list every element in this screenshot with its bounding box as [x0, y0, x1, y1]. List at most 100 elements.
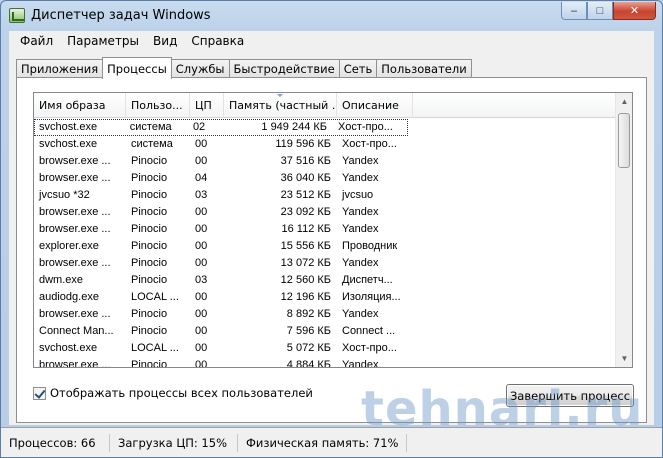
tab-network[interactable]: Сеть — [338, 59, 378, 78]
cell-memory: 13 072 КБ — [280, 257, 331, 269]
cell-user: система — [131, 138, 173, 150]
vertical-scrollbar[interactable]: ▲ ▼ — [615, 93, 632, 367]
cell-image-name: jvcsuo *32 — [39, 189, 90, 201]
cell-description: Изоляция... — [342, 291, 401, 303]
cell-cpu: 00 — [195, 223, 208, 235]
table-row[interactable]: browser.exe ... Pinocio 04 36 040 КБ Yandex — [34, 170, 616, 187]
cell-memory: 12 196 КБ — [280, 291, 331, 303]
table-row[interactable]: browser.exe ... Pinocio 00 37 516 КБ Yandex — [34, 153, 616, 170]
table-row[interactable]: explorer.exe Pinocio 00 15 556 КБ Проводник — [34, 238, 616, 255]
cell-memory: 119 596 КБ — [275, 138, 331, 150]
cell-description: Yandex — [342, 359, 379, 368]
show-all-checkbox[interactable] — [33, 386, 46, 400]
cell-image-name: browser.exe ... — [39, 206, 111, 218]
cell-description: Yandex — [342, 257, 379, 269]
cell-description: Yandex — [342, 223, 379, 235]
main-area: Приложения Процессы Службы Быстродействи… — [9, 51, 654, 425]
status-bar: Процессов: 66 Загрузка ЦП: 15% Физическа… — [1, 427, 662, 457]
column-user[interactable]: Пользо... — [126, 93, 190, 118]
cell-cpu: 00 — [195, 257, 208, 269]
table-row[interactable]: svchost.exe система 00 119 596 КБ Хост-про..… — [34, 136, 616, 153]
cell-memory: 15 556 КБ — [280, 240, 331, 252]
window-title: Диспетчер задач Windows — [31, 8, 211, 23]
cell-cpu: 00 — [195, 359, 208, 368]
menu-help[interactable]: Справка — [184, 34, 251, 48]
cell-user: Pinocio — [131, 274, 168, 286]
cell-description: Проводник — [342, 240, 398, 252]
column-image-name[interactable]: Имя образа — [34, 93, 126, 118]
cell-image-name: svchost.exe — [39, 342, 98, 354]
scroll-up-icon[interactable]: ▲ — [616, 93, 632, 110]
cell-cpu: 02 — [187, 119, 222, 136]
menu-view[interactable]: Вид — [146, 34, 184, 48]
cell-description: Yandex — [342, 155, 379, 167]
cell-image-name: dwm.exe — [39, 274, 84, 286]
cell-image-name: browser.exe ... — [39, 223, 111, 235]
cell-user: Pinocio — [131, 155, 168, 167]
table-row[interactable]: svchost.exe LOCAL ... 00 5 072 КБ Хост-про..… — [34, 340, 616, 357]
table-row[interactable]: audiodg.exe LOCAL ... 00 12 196 КБ Изоляция.… — [34, 289, 616, 306]
table-row[interactable]: dwm.exe Pinocio 03 12 560 КБ Диспетч... — [34, 272, 616, 289]
cell-image-name: Connect Man... — [39, 325, 114, 337]
cell-cpu: 00 — [195, 138, 208, 150]
cell-description: Yandex — [342, 206, 379, 218]
tab-users[interactable]: Пользователи — [376, 59, 472, 78]
cell-memory: 4 884 КБ — [286, 359, 331, 368]
cell-cpu: 00 — [195, 342, 208, 354]
cell-memory: 1 949 244 КБ — [221, 119, 334, 136]
cell-memory: 23 512 КБ — [280, 189, 331, 201]
column-description[interactable]: Описание — [337, 93, 413, 118]
cell-cpu: 03 — [195, 189, 208, 201]
table-row[interactable]: browser.exe ... Pinocio 00 8 892 КБ Yandex — [34, 306, 616, 323]
tab-performance[interactable]: Быстродействие — [228, 59, 340, 78]
table-row[interactable]: browser.exe ... Pinocio 00 4 884 КБ Yandex — [34, 357, 616, 368]
cell-description: Yandex — [342, 172, 379, 184]
table-row[interactable]: jvcsuo *32 Pinocio 03 23 512 КБ jvcsuo — [34, 187, 616, 204]
cell-description: Хост-про... — [342, 342, 397, 354]
menu-options[interactable]: Параметры — [60, 34, 146, 48]
cell-memory: 5 072 КБ — [286, 342, 331, 354]
cell-description: Yandex — [342, 308, 379, 320]
cell-image-name: svchost.exe — [34, 119, 125, 136]
list-header: Имя образа Пользо... ЦП Память (частный … — [34, 93, 616, 118]
scroll-down-icon[interactable]: ▼ — [616, 350, 632, 367]
table-row[interactable]: browser.exe ... Pinocio 00 13 072 КБ Yandex — [34, 255, 616, 272]
status-memory: Физическая память: 71% — [238, 433, 408, 452]
cell-cpu: 04 — [195, 172, 208, 184]
table-row[interactable]: browser.exe ... Pinocio 00 23 092 КБ Yandex — [34, 204, 616, 221]
cell-user: Pinocio — [131, 172, 168, 184]
cell-user: LOCAL ... — [131, 342, 179, 354]
tab-services[interactable]: Службы — [170, 59, 230, 78]
processes-panel: Имя образа Пользо... ЦП Память (частный … — [16, 77, 647, 423]
cell-cpu: 00 — [195, 291, 208, 303]
column-memory[interactable]: Память (частный ... — [224, 93, 337, 118]
cell-description: Connect ... — [342, 325, 396, 337]
tab-processes[interactable]: Процессы — [102, 57, 172, 79]
cell-user: Pinocio — [131, 206, 168, 218]
cell-cpu: 03 — [195, 274, 208, 286]
table-row[interactable]: browser.exe ... Pinocio 00 16 112 КБ Yandex — [34, 221, 616, 238]
show-all-label: Отображать процессы всех пользователей — [50, 386, 313, 400]
cell-description: Хост-про... — [342, 138, 397, 150]
cell-image-name: explorer.exe — [39, 240, 99, 252]
table-row[interactable]: svchost.exe система 02 1 949 244 КБ Хост-про… — [34, 119, 409, 136]
tab-applications[interactable]: Приложения — [16, 59, 104, 78]
menu-file[interactable]: Файл — [13, 34, 60, 48]
process-list[interactable]: Имя образа Пользо... ЦП Память (частный … — [33, 92, 633, 368]
show-all-processes[interactable]: Отображать процессы всех пользователей — [33, 386, 313, 400]
cell-memory: 36 040 КБ — [280, 172, 331, 184]
cell-user: Pinocio — [131, 189, 168, 201]
title-bar[interactable]: Диспетчер задач Windows – □ ✕ — [1, 1, 662, 31]
maximize-button[interactable]: □ — [587, 2, 613, 20]
column-cpu[interactable]: ЦП — [190, 93, 224, 118]
scroll-thumb[interactable] — [618, 113, 630, 168]
status-processes: Процессов: 66 — [1, 433, 110, 452]
cell-user: Pinocio — [131, 240, 168, 252]
table-row[interactable]: Connect Man... Pinocio 00 7 596 КБ Connect .… — [34, 323, 616, 340]
close-button[interactable]: ✕ — [613, 2, 656, 20]
status-cpu: Загрузка ЦП: 15% — [110, 433, 238, 452]
cell-image-name: audiodg.exe — [39, 291, 99, 303]
minimize-button[interactable]: – — [561, 2, 587, 20]
cell-cpu: 00 — [195, 325, 208, 337]
cell-image-name: browser.exe ... — [39, 308, 111, 320]
